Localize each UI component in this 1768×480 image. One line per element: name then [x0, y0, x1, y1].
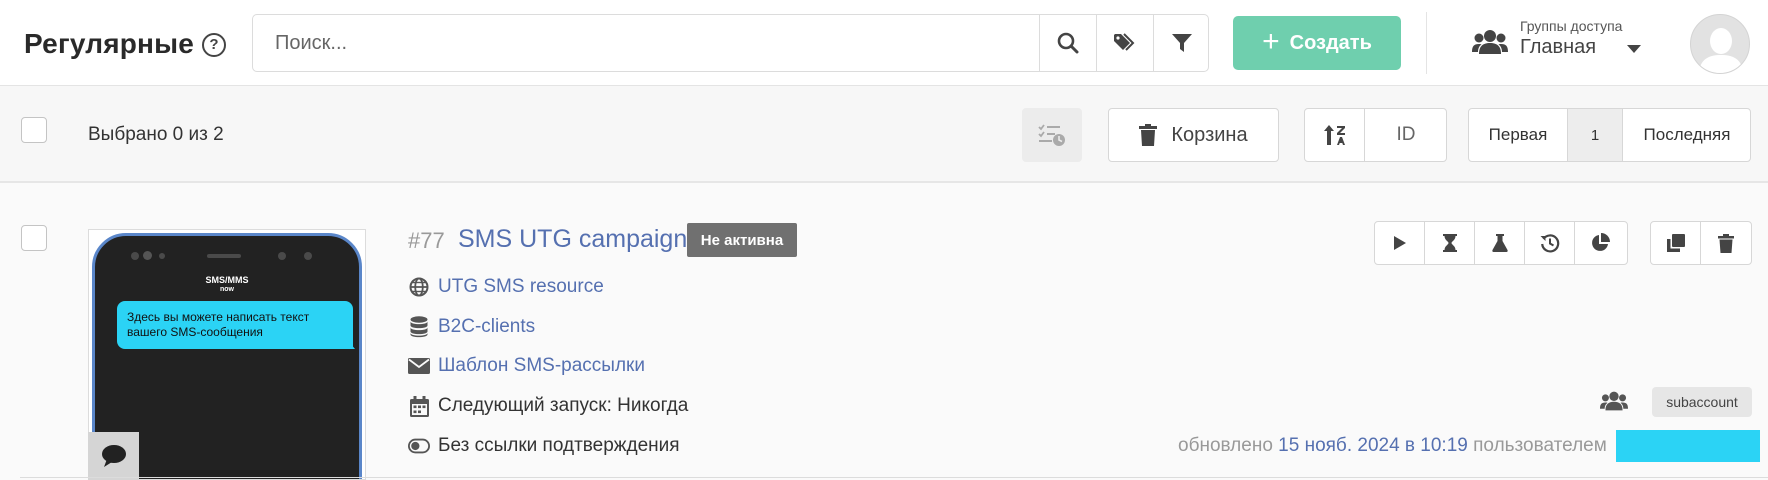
copy-button[interactable] — [1651, 222, 1701, 264]
segment-link[interactable]: B2C-clients — [438, 316, 535, 338]
create-button-label: Создать — [1289, 31, 1372, 54]
delete-button[interactable] — [1701, 222, 1751, 264]
sms-sender-name: SMS/MMS — [205, 275, 249, 285]
phone-speaker — [207, 254, 241, 258]
access-group-select[interactable]: Главная — [1520, 36, 1596, 59]
filter-icon — [1172, 34, 1192, 52]
resource-link[interactable]: UTG SMS resource — [438, 276, 604, 298]
app-header: Регулярные ? + Создать Группы доступа Гл… — [0, 0, 1768, 86]
flask-icon — [1491, 234, 1508, 252]
schedule-button[interactable] — [1425, 222, 1475, 264]
envelope-icon — [408, 355, 430, 377]
run-button[interactable] — [1375, 222, 1425, 264]
chevron-down-icon[interactable] — [1626, 44, 1642, 54]
play-icon — [1393, 236, 1406, 250]
pager-last[interactable]: Последняя — [1623, 109, 1751, 161]
tag-filter-button[interactable] — [1096, 15, 1153, 71]
group-icon — [1600, 391, 1628, 411]
meta-template: Шаблон SMS-рассылки — [408, 353, 645, 379]
trash-button[interactable]: Корзина — [1108, 108, 1279, 162]
pager-first[interactable]: Первая — [1469, 109, 1568, 161]
campaign-actions — [1374, 221, 1628, 265]
sort-field-select[interactable]: ID — [1365, 109, 1447, 161]
campaign-edit-actions — [1650, 221, 1752, 265]
calendar-icon — [408, 395, 430, 417]
pie-chart-icon — [1592, 233, 1610, 251]
trash-icon — [1139, 124, 1158, 146]
updated-by-user-redacted — [1616, 430, 1760, 462]
hourglass-icon — [1442, 234, 1457, 252]
status-badge: Не активна — [687, 223, 797, 257]
template-link[interactable]: Шаблон SMS-рассылки — [438, 355, 645, 377]
phone-sensor — [278, 252, 286, 260]
page-title: Регулярные — [24, 28, 195, 59]
history-icon — [1540, 234, 1559, 253]
meta-resource: UTG SMS resource — [408, 274, 604, 300]
bubble-tail — [345, 337, 355, 349]
search-input[interactable] — [253, 15, 1039, 71]
row-divider — [20, 477, 1768, 478]
database-icon — [408, 316, 430, 338]
meta-segment: B2C-clients — [408, 314, 535, 340]
channel-badge — [88, 432, 139, 480]
search-button[interactable] — [1039, 15, 1096, 71]
trash-button-label: Корзина — [1171, 123, 1248, 146]
next-run-text: Следующий запуск: Никогда — [438, 395, 689, 416]
header-divider — [1426, 12, 1427, 74]
search-icon — [1057, 32, 1079, 54]
account-badge: subaccount — [1652, 387, 1752, 417]
stats-button[interactable] — [1575, 222, 1625, 264]
list-toolbar: Выбрано 0 из 2 Корзина ID Первая 1 После… — [0, 86, 1768, 183]
filter-button[interactable] — [1153, 15, 1210, 71]
chat-bubble-icon — [101, 445, 126, 467]
group-icon — [1472, 30, 1508, 54]
updated-prefix: обновлено — [1178, 435, 1273, 456]
sort-direction-button[interactable] — [1305, 109, 1365, 161]
sms-sender: SMS/MMS now — [95, 275, 359, 295]
meta-confirmation: Без ссылки подтверждения — [408, 433, 680, 459]
sort-control: ID — [1304, 108, 1447, 162]
history-button[interactable] — [1525, 222, 1575, 264]
select-all-checkbox[interactable] — [21, 117, 47, 143]
access-group-caption: Группы доступа — [1520, 18, 1623, 34]
pager-current-page[interactable]: 1 — [1568, 109, 1623, 161]
trash-icon — [1718, 233, 1734, 253]
pagination: Первая 1 Последняя — [1468, 108, 1751, 162]
campaign-id: #77 — [408, 228, 445, 253]
sort-icon — [1323, 125, 1345, 145]
updated-suffix: пользователем — [1473, 435, 1607, 456]
create-button[interactable]: + Создать — [1233, 16, 1401, 70]
phone-camera — [143, 251, 152, 260]
phone-dot — [159, 253, 165, 259]
confirmation-text: Без ссылки подтверждения — [438, 435, 680, 456]
plus-icon: + — [1262, 24, 1280, 58]
test-button[interactable] — [1475, 222, 1525, 264]
copy-icon — [1666, 234, 1685, 252]
selected-count: Выбрано 0 из 2 — [88, 124, 224, 145]
phone-sensor — [304, 252, 312, 260]
checklist-clock-icon — [1038, 124, 1065, 146]
globe-icon — [408, 276, 430, 298]
row-checkbox[interactable] — [21, 225, 47, 251]
sms-message-bubble: Здесь вы можете написать текст вашего SM… — [117, 301, 353, 349]
toggle-off-icon — [408, 435, 430, 457]
updated-date: 15 нояб. 2024 в 10:19 — [1278, 435, 1468, 456]
user-silhouette-icon — [1699, 28, 1743, 73]
updated-info: обновлено 15 нояб. 2024 в 10:19 пользова… — [1178, 435, 1607, 457]
search-box — [252, 14, 1209, 72]
bulk-schedule-button[interactable] — [1022, 108, 1082, 162]
help-icon[interactable]: ? — [202, 33, 226, 57]
meta-next-run: Следующий запуск: Никогда — [408, 393, 688, 419]
tag-icon — [1114, 33, 1135, 51]
phone-dot — [131, 252, 139, 260]
avatar[interactable] — [1690, 14, 1750, 74]
sms-sender-time: now — [220, 286, 234, 293]
campaign-name-link[interactable]: SMS UTG campaign — [458, 225, 687, 254]
